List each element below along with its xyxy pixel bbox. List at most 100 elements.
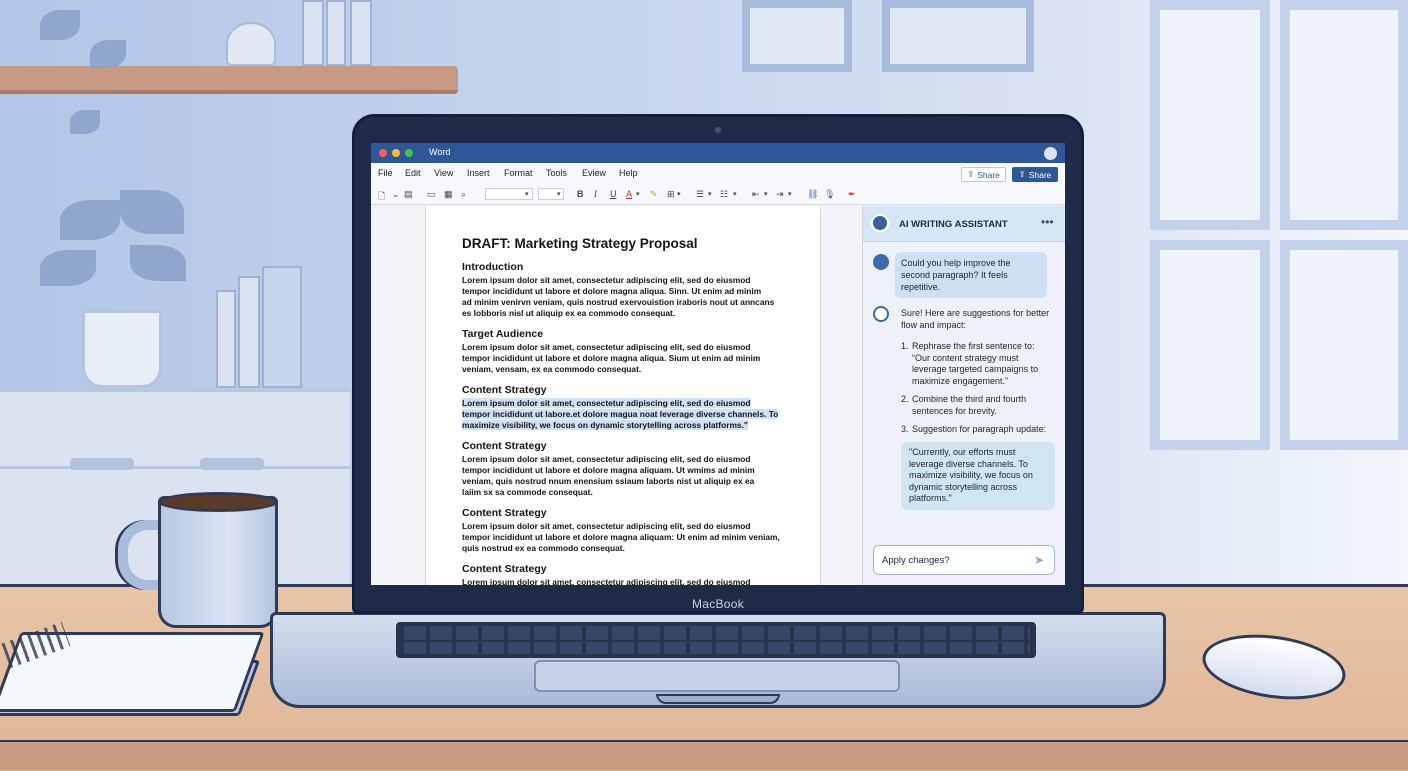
plant-pot <box>82 310 162 388</box>
plant-leaf <box>40 250 96 286</box>
section-paragraph[interactable]: Lorem ipsum dolor sit amet, consectetur … <box>462 454 794 498</box>
suggestion-text: Suggestion for paragraph update: <box>912 424 1047 434</box>
chat-input-value[interactable]: Apply changes? <box>882 555 950 566</box>
ai-assistant-panel: AI WRITING ASSISTANT ••• Could you help … <box>862 206 1065 585</box>
menu-help[interactable]: Help <box>619 168 638 178</box>
chevron-down-icon[interactable]: ▾ <box>636 190 640 198</box>
styles-icon[interactable]: ⊞ <box>667 189 675 200</box>
menu-format[interactable]: Format <box>504 168 533 178</box>
more-options-icon[interactable]: ••• <box>1041 215 1054 229</box>
section-heading[interactable]: Content Strategy <box>462 563 547 575</box>
suggestion-number: 2. <box>901 394 909 404</box>
window-pane <box>1150 0 1270 230</box>
paragraph-line: es lobboris nisl ut aliquip ex ea commod… <box>462 308 676 318</box>
window-pane <box>1280 0 1408 230</box>
chevron-down-icon[interactable]: ▾ <box>525 190 529 198</box>
formatting-toolbar: 🗋 ⌄ ▤ ▭ ▦ ⌕ ▾ ▾ B I U A ▾ ✎ ⊞ ▾ ☰ ▾ ☷ ▾ … <box>371 185 1065 205</box>
menu-tools[interactable]: Tools <box>546 168 567 178</box>
paragraph-line: tempor incididunt ut labore.et dolore ma… <box>462 409 779 419</box>
paragraph-line: Lorem ipsum dolor sit amet, consectetur … <box>462 454 751 464</box>
section-paragraph[interactable]: Lorem ipsum dolor sit amet, consectetur … <box>462 521 794 554</box>
webcam <box>715 127 721 133</box>
italic-button[interactable]: I <box>594 189 597 199</box>
editor-pen-icon[interactable]: ✒ <box>848 189 856 200</box>
plant-leaf <box>70 110 100 134</box>
menu-view[interactable]: View <box>434 168 453 178</box>
print-preview-icon[interactable]: ⌕ <box>461 189 466 200</box>
section-paragraph[interactable]: Lorem ipsum dolor sit amet, consectetur … <box>462 577 794 585</box>
microphone-icon[interactable]: 🎙 <box>824 189 835 200</box>
chevron-down-icon[interactable]: ▾ <box>733 190 737 198</box>
assistant-title: AI WRITING ASSISTANT <box>899 219 1008 230</box>
document-page[interactable]: DRAFT: Marketing Strategy Proposal Intro… <box>425 206 821 585</box>
shelf-vase <box>226 22 276 66</box>
close-window-button[interactable] <box>379 149 387 157</box>
chevron-down-icon[interactable]: ▾ <box>677 190 681 198</box>
minimize-window-button[interactable] <box>392 149 400 157</box>
cabinet-book <box>238 276 260 388</box>
numbered-list-icon[interactable]: ☷ <box>720 189 728 200</box>
paragraph-line: tempor incididunt ut labore et dolore ma… <box>462 465 755 475</box>
suggested-paragraph-box[interactable]: "Currently, our efforts must leverage di… <box>901 442 1055 510</box>
desk-edge <box>0 740 1408 770</box>
menu-edit[interactable]: Edit <box>405 168 421 178</box>
section-heading[interactable]: Content Strategy <box>462 507 547 519</box>
window-pane <box>1280 240 1408 450</box>
section-heading[interactable]: Target Audience <box>462 328 543 340</box>
link-icon[interactable]: ⛓ <box>807 189 818 200</box>
menu-insert[interactable]: Insert <box>467 168 490 178</box>
bold-button[interactable]: B <box>577 189 584 199</box>
share-icon: ⇪ <box>1018 169 1026 179</box>
section-paragraph[interactable]: Lorem ipsum dolor sit amet, consectetur … <box>462 275 794 319</box>
user-message-bubble: Could you help improve the second paragr… <box>895 252 1047 298</box>
indent-icon[interactable]: ⇤ <box>752 189 760 200</box>
shelf-book <box>302 0 324 66</box>
paragraph-line: tempor incididunt ut labore et dolore ma… <box>462 532 780 542</box>
section-heading[interactable]: Introduction <box>462 261 523 273</box>
save-icon[interactable]: ▭ <box>427 189 436 200</box>
open-file-icon[interactable]: ▤ <box>404 189 413 200</box>
chevron-down-icon[interactable]: ▾ <box>557 190 561 198</box>
share-button-primary[interactable]: ⇪ Share <box>1012 167 1058 182</box>
chevron-down-icon[interactable]: ▾ <box>764 190 768 198</box>
share-label: Share <box>977 169 1000 180</box>
laptop-trackpad[interactable] <box>534 660 900 692</box>
ai-response-intro: Sure! Here are suggestions for better fl… <box>901 308 1050 330</box>
plant-leaf <box>130 245 186 281</box>
device-label: MacBook <box>691 597 745 611</box>
cabinet-handle <box>70 458 134 470</box>
assistant-chat-input[interactable]: Apply changes? ➤ <box>873 545 1055 575</box>
keyboard-row-divider <box>404 640 1030 642</box>
chevron-down-icon[interactable]: ▾ <box>708 190 712 198</box>
paragraph-line: Lorem ipsum dolor sit amet, consectetur … <box>462 398 751 408</box>
shelf-book <box>326 0 346 66</box>
cabinet-handle <box>200 458 264 470</box>
chevron-down-icon[interactable]: ▾ <box>788 190 792 198</box>
section-heading[interactable]: Content Strategy <box>462 384 547 396</box>
title-bar: Word <box>371 143 1065 163</box>
shelf-book <box>350 0 372 66</box>
chevron-down-icon[interactable]: ⌄ <box>392 189 400 200</box>
share-button-secondary[interactable]: ⇪ Share <box>961 167 1006 182</box>
section-heading[interactable]: Content Strategy <box>462 440 547 452</box>
print-icon[interactable]: ▦ <box>444 189 453 200</box>
document-title[interactable]: DRAFT: Marketing Strategy Proposal <box>462 236 698 251</box>
menu-eview[interactable]: Eview <box>582 168 606 178</box>
user-avatar-icon[interactable] <box>1044 147 1057 160</box>
outdent-icon[interactable]: ⇥ <box>776 189 784 200</box>
highlighted-paragraph[interactable]: Lorem ipsum dolor sit amet, consectetur … <box>462 398 794 431</box>
plant-leaf <box>90 40 126 68</box>
app-title: Word <box>429 147 451 157</box>
maximize-window-button[interactable] <box>405 149 413 157</box>
highlight-icon[interactable]: ✎ <box>650 189 658 200</box>
font-color-button[interactable]: A <box>626 189 632 199</box>
suggestion-number: 3. <box>901 424 909 434</box>
cabinet-book <box>216 290 236 388</box>
paragraph-line: tempor incididunt ut labore et dolore ma… <box>462 353 761 363</box>
underline-button[interactable]: U <box>610 189 617 199</box>
new-document-icon[interactable]: 🗋 <box>378 189 385 205</box>
menu-file[interactable]: File <box>378 168 393 178</box>
bullet-list-icon[interactable]: ☰ <box>696 189 704 200</box>
section-paragraph[interactable]: Lorem ipsum dolor sit amet, consectetur … <box>462 342 794 375</box>
send-icon[interactable]: ➤ <box>1034 553 1044 567</box>
